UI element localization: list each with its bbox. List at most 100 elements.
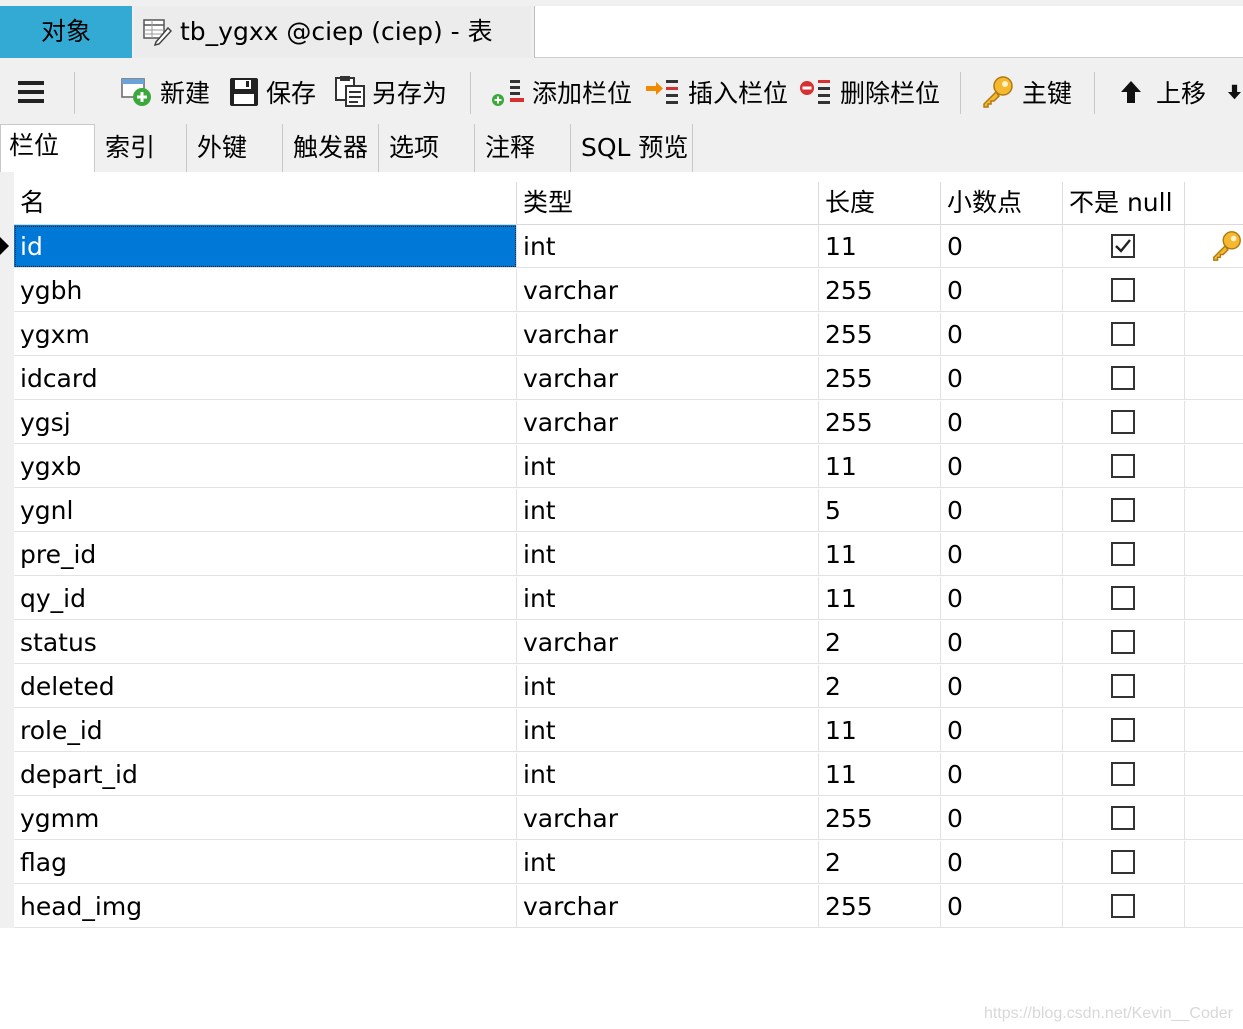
table-row[interactable]: head_img varchar 255 0 <box>0 885 1243 929</box>
field-length-cell[interactable]: 2 <box>819 621 941 664</box>
subtab-foreign-keys[interactable]: 外键 <box>187 124 283 172</box>
table-row[interactable]: depart_id int 11 0 <box>0 753 1243 797</box>
subtab-sql-preview[interactable]: SQL 预览 <box>571 124 693 172</box>
table-row[interactable]: deleted int 2 0 <box>0 665 1243 709</box>
table-row[interactable]: ygxm varchar 255 0 <box>0 313 1243 357</box>
field-type-cell[interactable]: int <box>517 753 819 796</box>
field-decimals-cell[interactable]: 0 <box>941 401 1063 444</box>
move-down-button[interactable] <box>1226 60 1243 124</box>
not-null-checkbox[interactable] <box>1111 630 1135 654</box>
tab-objects[interactable]: 对象 <box>0 6 132 58</box>
field-type-cell[interactable]: int <box>517 709 819 752</box>
field-key-cell[interactable] <box>1185 797 1243 840</box>
field-length-cell[interactable]: 11 <box>819 533 941 576</box>
not-null-checkbox[interactable] <box>1111 278 1135 302</box>
field-type-cell[interactable]: int <box>517 225 819 268</box>
field-type-cell[interactable]: int <box>517 577 819 620</box>
field-length-cell[interactable]: 255 <box>819 269 941 312</box>
field-decimals-cell[interactable]: 0 <box>941 225 1063 268</box>
field-length-cell[interactable]: 255 <box>819 357 941 400</box>
menu-button[interactable] <box>16 60 52 124</box>
table-row[interactable]: ygnl int 5 0 <box>0 489 1243 533</box>
delete-field-button[interactable]: 删除栏位 <box>798 60 940 124</box>
not-null-checkbox[interactable] <box>1111 234 1135 258</box>
save-as-button[interactable]: 另存为 <box>334 60 447 124</box>
field-key-cell[interactable] <box>1185 841 1243 884</box>
not-null-checkbox[interactable] <box>1111 806 1135 830</box>
field-decimals-cell[interactable]: 0 <box>941 621 1063 664</box>
not-null-checkbox[interactable] <box>1111 894 1135 918</box>
field-type-cell[interactable]: varchar <box>517 797 819 840</box>
table-row[interactable]: pre_id int 11 0 <box>0 533 1243 577</box>
field-length-cell[interactable]: 2 <box>819 665 941 708</box>
primary-key-button[interactable]: 主键 <box>980 60 1072 124</box>
field-name-cell[interactable]: flag <box>14 841 517 884</box>
field-decimals-cell[interactable]: 0 <box>941 489 1063 532</box>
field-name-cell[interactable]: ygbh <box>14 269 517 312</box>
field-name-cell[interactable]: pre_id <box>14 533 517 576</box>
field-decimals-cell[interactable]: 0 <box>941 709 1063 752</box>
field-decimals-cell[interactable]: 0 <box>941 577 1063 620</box>
field-type-cell[interactable]: int <box>517 841 819 884</box>
table-row[interactable]: role_id int 11 0 <box>0 709 1243 753</box>
column-header-type[interactable]: 类型 <box>517 182 819 224</box>
field-length-cell[interactable]: 255 <box>819 797 941 840</box>
field-key-cell[interactable] <box>1185 533 1243 576</box>
field-name-cell[interactable]: deleted <box>14 665 517 708</box>
field-length-cell[interactable]: 2 <box>819 841 941 884</box>
field-type-cell[interactable]: int <box>517 665 819 708</box>
field-length-cell[interactable]: 255 <box>819 313 941 356</box>
field-decimals-cell[interactable]: 0 <box>941 533 1063 576</box>
field-type-cell[interactable]: int <box>517 489 819 532</box>
field-name-cell[interactable]: depart_id <box>14 753 517 796</box>
field-type-cell[interactable]: int <box>517 533 819 576</box>
field-length-cell[interactable]: 11 <box>819 753 941 796</box>
table-row[interactable]: status varchar 2 0 <box>0 621 1243 665</box>
field-key-cell[interactable] <box>1185 885 1243 928</box>
field-type-cell[interactable]: varchar <box>517 313 819 356</box>
not-null-checkbox[interactable] <box>1111 410 1135 434</box>
subtab-triggers[interactable]: 触发器 <box>283 124 379 172</box>
not-null-checkbox[interactable] <box>1111 498 1135 522</box>
field-length-cell[interactable]: 11 <box>819 577 941 620</box>
field-key-cell[interactable] <box>1185 577 1243 620</box>
field-type-cell[interactable]: varchar <box>517 269 819 312</box>
field-name-cell[interactable]: ygxm <box>14 313 517 356</box>
save-button[interactable]: 保存 <box>228 60 316 124</box>
field-type-cell[interactable]: varchar <box>517 885 819 928</box>
not-null-checkbox[interactable] <box>1111 366 1135 390</box>
field-key-cell[interactable] <box>1185 753 1243 796</box>
field-key-cell[interactable] <box>1185 445 1243 488</box>
field-key-cell[interactable] <box>1185 489 1243 532</box>
table-row[interactable]: ygxb int 11 0 <box>0 445 1243 489</box>
field-length-cell[interactable]: 11 <box>819 709 941 752</box>
table-row[interactable]: ygsj varchar 255 0 <box>0 401 1243 445</box>
field-name-cell[interactable]: status <box>14 621 517 664</box>
table-row[interactable]: ygmm varchar 255 0 <box>0 797 1243 841</box>
field-decimals-cell[interactable]: 0 <box>941 841 1063 884</box>
field-name-cell[interactable]: qy_id <box>14 577 517 620</box>
field-length-cell[interactable]: 11 <box>819 225 941 268</box>
not-null-checkbox[interactable] <box>1111 322 1135 346</box>
subtab-fields[interactable]: 栏位 <box>0 124 95 173</box>
not-null-checkbox[interactable] <box>1111 718 1135 742</box>
field-decimals-cell[interactable]: 0 <box>941 797 1063 840</box>
not-null-checkbox[interactable] <box>1111 850 1135 874</box>
field-decimals-cell[interactable]: 0 <box>941 445 1063 488</box>
field-type-cell[interactable]: varchar <box>517 621 819 664</box>
subtab-comments[interactable]: 注释 <box>475 124 571 172</box>
field-type-cell[interactable]: int <box>517 445 819 488</box>
field-name-cell[interactable]: ygnl <box>14 489 517 532</box>
add-field-button[interactable]: 添加栏位 <box>490 60 632 124</box>
field-name-cell[interactable]: head_img <box>14 885 517 928</box>
field-length-cell[interactable]: 255 <box>819 885 941 928</box>
subtab-indexes[interactable]: 索引 <box>95 124 187 172</box>
field-type-cell[interactable]: varchar <box>517 357 819 400</box>
table-row[interactable]: id int 11 0 <box>0 225 1243 269</box>
subtab-options[interactable]: 选项 <box>379 124 475 172</box>
field-name-cell[interactable]: ygmm <box>14 797 517 840</box>
tab-table-design[interactable]: tb_ygxx @ciep (ciep) - 表 <box>134 6 532 58</box>
field-decimals-cell[interactable]: 0 <box>941 269 1063 312</box>
not-null-checkbox[interactable] <box>1111 586 1135 610</box>
new-button[interactable]: 新建 <box>120 60 210 124</box>
